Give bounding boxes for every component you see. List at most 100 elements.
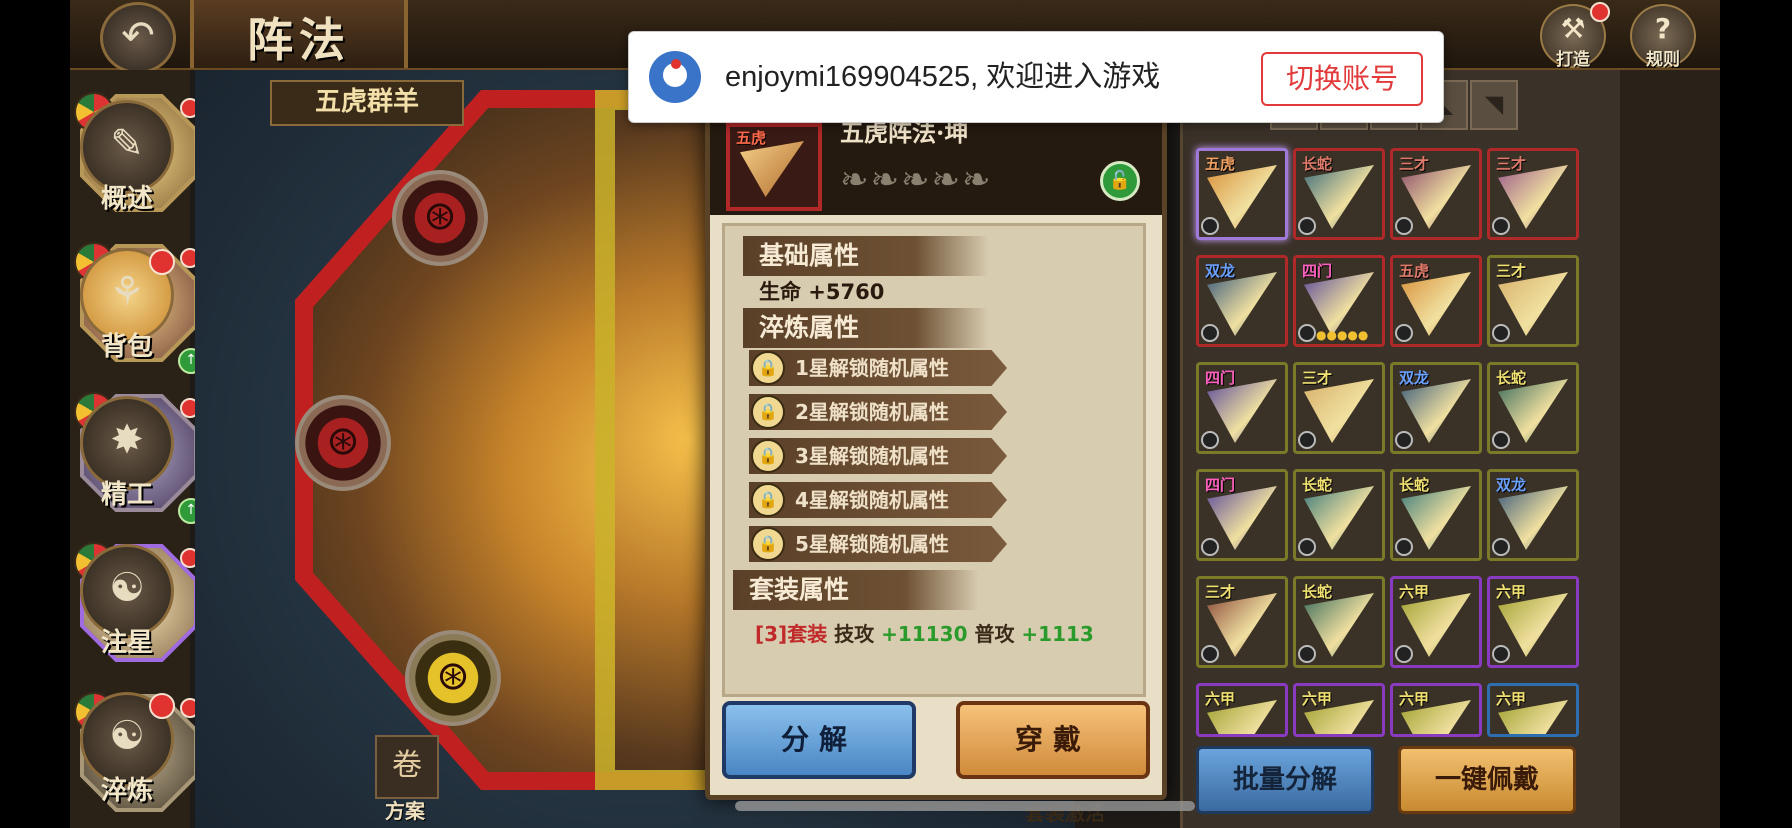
star-level-icons: ●●●●●: [1316, 328, 1369, 342]
unlock-row-text: 1星解锁随机属性: [795, 356, 949, 380]
piece-name: 六甲: [1399, 690, 1430, 708]
piece-name: 双龙: [1205, 262, 1236, 280]
scheme-button[interactable]: 卷: [375, 735, 439, 799]
piece-name: 四门: [1205, 476, 1236, 494]
formation-slot-3[interactable]: ⊛: [405, 630, 501, 726]
rules-label: 规则: [1646, 50, 1680, 70]
lock-icon: 🔒: [751, 395, 785, 429]
formation-piece[interactable]: 长蛇: [1293, 148, 1385, 240]
formation-piece[interactable]: 六甲: [1390, 576, 1482, 668]
basic-attr-heading: 基础属性: [743, 236, 989, 276]
piece-name: 三才: [1496, 155, 1527, 173]
lock-icon: [1298, 645, 1316, 663]
formation-slot-2[interactable]: ⊛: [295, 395, 391, 491]
lock-icon: [1492, 324, 1510, 342]
formation-piece[interactable]: 四门: [1196, 469, 1288, 561]
lock-icon: [1395, 217, 1413, 235]
formation-piece[interactable]: 双龙: [1196, 255, 1288, 347]
piece-name: 长蛇: [1302, 583, 1333, 601]
lock-icon: 🔒: [751, 527, 785, 561]
refine-label: 淬炼: [100, 776, 153, 806]
scheme-label: 方案: [385, 799, 425, 823]
formation-piece[interactable]: 三才: [1293, 362, 1385, 454]
formation-piece[interactable]: 三才: [1196, 576, 1288, 668]
piece-name: 三才: [1302, 369, 1333, 387]
batch-decompose-button[interactable]: 批量分解: [1196, 746, 1374, 814]
burst-icon: ✸: [110, 417, 144, 463]
formation-piece[interactable]: 四门 ●●●●●: [1293, 255, 1385, 347]
joystick-icon: [649, 51, 701, 103]
formation-piece[interactable]: 四门: [1196, 362, 1288, 454]
overview-button[interactable]: ✎ 概述: [80, 100, 174, 214]
unlock-row-text: 3星解锁随机属性: [795, 444, 949, 468]
formation-slot-1[interactable]: ⊛: [392, 170, 488, 266]
lock-icon: 🔒: [751, 439, 785, 473]
one-key-equip-button[interactable]: 一键佩戴: [1398, 746, 1576, 814]
unlock-row-text: 2星解锁随机属性: [795, 400, 949, 424]
piece-name: 三才: [1496, 262, 1527, 280]
formation-piece[interactable]: 长蛇: [1390, 469, 1482, 561]
welcome-message: enjoymi169904525, 欢迎进入游戏: [725, 61, 1161, 93]
craft-button[interactable]: ✸ 精工: [80, 396, 174, 510]
scroll-indicator[interactable]: [735, 801, 1195, 811]
yinyang-flame-icon: ☯: [109, 713, 145, 759]
switch-account-button[interactable]: 切换账号: [1261, 52, 1423, 106]
tomoe-icon: ⊛: [436, 653, 470, 699]
piece-name: 长蛇: [1399, 476, 1430, 494]
formation-piece[interactable]: 五虎: [1196, 148, 1288, 240]
unlock-row-5: 🔒 5星解锁随机属性: [749, 526, 1007, 562]
formation-piece[interactable]: 三才: [1390, 148, 1482, 240]
lock-icon: 🔒: [751, 483, 785, 517]
formation-name-banner: 五虎群羊: [270, 80, 464, 126]
notification-dot: [1590, 2, 1610, 22]
back-button[interactable]: ↶: [100, 2, 176, 74]
formation-piece[interactable]: 六甲: [1487, 576, 1579, 668]
formation-piece[interactable]: 三才: [1487, 148, 1579, 240]
piece-name: 四门: [1302, 262, 1333, 280]
piece-name: 长蛇: [1302, 155, 1333, 173]
lock-icon: [1201, 217, 1219, 235]
scroll-icon: 卷: [392, 748, 422, 783]
bag-icon: ⚘: [109, 269, 145, 315]
item-tag: 五虎: [736, 129, 767, 147]
forge-label: 打造: [1556, 50, 1590, 70]
formation-piece[interactable]: 长蛇: [1293, 469, 1385, 561]
lock-icon: 🔒: [751, 351, 785, 385]
formation-piece[interactable]: 六甲: [1390, 683, 1482, 737]
unlock-row-4: 🔒 4星解锁随机属性: [749, 482, 1007, 518]
rules-button[interactable]: ? 规则: [1630, 4, 1696, 70]
formation-piece[interactable]: 六甲: [1293, 683, 1385, 737]
lock-icon: [1298, 538, 1316, 556]
forge-button[interactable]: ⚒ 打造: [1540, 2, 1610, 70]
formation-piece[interactable]: 双龙: [1487, 469, 1579, 561]
lock-icon: [1201, 538, 1219, 556]
equip-button[interactable]: 穿戴: [956, 701, 1150, 779]
formation-piece[interactable]: 六甲: [1196, 683, 1288, 737]
unlock-icon[interactable]: 🔓: [1100, 161, 1140, 201]
lock-icon: [1298, 217, 1316, 235]
lock-icon: [1492, 538, 1510, 556]
formation-piece[interactable]: 长蛇: [1293, 576, 1385, 668]
overview-label: 概述: [100, 184, 153, 214]
formation-piece[interactable]: 双龙: [1390, 362, 1482, 454]
decompose-button[interactable]: 分解: [722, 701, 916, 779]
formation-piece[interactable]: 五虎: [1390, 255, 1482, 347]
formation-piece[interactable]: 长蛇: [1487, 362, 1579, 454]
lock-icon: [1201, 324, 1219, 342]
formation-piece[interactable]: 六甲: [1487, 683, 1579, 737]
filter-tab[interactable]: ◥: [1470, 80, 1518, 130]
set-attr-line: [3]套装 技攻 +11130 普攻 +1113: [755, 618, 1094, 647]
piece-name: 六甲: [1399, 583, 1430, 601]
set-tag: [3]套装: [755, 622, 828, 646]
backpack-button[interactable]: ⚘ 背包: [80, 248, 175, 362]
page-title: 阵法: [247, 13, 351, 67]
formation-piece[interactable]: 三才: [1487, 255, 1579, 347]
refine-button[interactable]: ☯ 淬炼: [80, 692, 175, 806]
tomoe-icon: ⊛: [326, 418, 360, 464]
unlock-row-2: 🔒 2星解锁随机属性: [749, 394, 1007, 430]
inject-star-button[interactable]: ☯ 注星: [80, 544, 174, 658]
piece-name: 长蛇: [1496, 369, 1527, 387]
piece-name: 五虎: [1399, 262, 1430, 280]
set-stat-a-value: +11130: [881, 622, 968, 646]
piece-name: 长蛇: [1302, 476, 1333, 494]
